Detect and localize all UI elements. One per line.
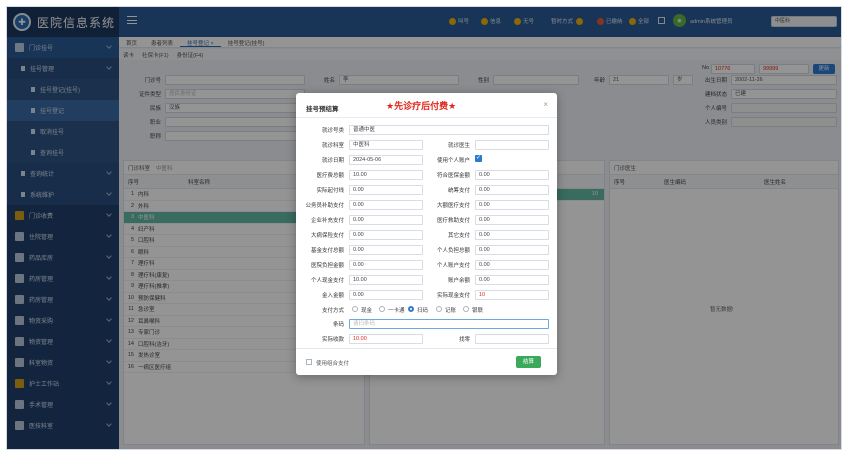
pay-card-radio[interactable]	[379, 306, 385, 312]
medical-aid-label: 医疗救助支付	[436, 218, 470, 224]
personal-acct-checkbox[interactable]: ✓	[475, 155, 482, 162]
personal-cash-input[interactable]: 10.00	[349, 275, 423, 285]
date-input[interactable]: 2024-05-06	[349, 155, 423, 165]
personal-acct-label: 使用个人账户	[436, 158, 470, 164]
pooled-pay-input[interactable]: 0.00	[475, 185, 549, 195]
pay-account-label: 记账	[445, 308, 457, 314]
medical-aid-input[interactable]: 0.00	[475, 215, 549, 225]
actual-cash-label: 实际现金支付	[436, 293, 470, 299]
total-fee-label: 医疗费总额	[316, 173, 344, 179]
self-total-input[interactable]: 0.00	[475, 245, 549, 255]
large-medical-label: 大额医疗支付	[436, 203, 470, 209]
pay-unionpay-radio[interactable]	[463, 306, 469, 312]
acct-balance-input[interactable]: 0.00	[475, 275, 549, 285]
divider	[296, 117, 557, 118]
pay-qr-label: 扫码	[417, 308, 429, 314]
divider	[296, 348, 557, 349]
fund-total-input[interactable]: 0.00	[349, 245, 423, 255]
app-window: ✚ 医院信息系统 门诊挂号 挂号管理 挂号登记(挂号) 挂号登记 取消挂号 查询…	[6, 6, 842, 450]
civil-subsidy-label: 公务员补助支付	[305, 203, 344, 209]
pay-method-label: 支付方式	[321, 308, 344, 314]
change-label: 找零	[458, 337, 470, 343]
received-input[interactable]: 10.00	[349, 334, 423, 344]
actual-start-input[interactable]: 0.00	[349, 185, 423, 195]
critical-ins-input[interactable]: 0.00	[349, 230, 423, 240]
civil-subsidy-input[interactable]: 0.00	[349, 200, 423, 210]
personal-acct-pay-input[interactable]: 0.00	[475, 260, 549, 270]
pooled-pay-label: 统筹支付	[447, 188, 470, 194]
visit-type-input[interactable]: 普通中医	[349, 125, 549, 135]
large-medical-input[interactable]: 0.00	[475, 200, 549, 210]
dept-label: 就诊科室	[321, 143, 344, 149]
fund-total-label: 基金支付总额	[310, 248, 344, 254]
change-input[interactable]	[475, 334, 549, 344]
pay-cash-radio[interactable]	[352, 306, 358, 312]
dialog-title: 挂号预结算	[306, 106, 339, 113]
personal-cash-label: 个人现金支付	[310, 278, 344, 284]
other-pay-input[interactable]: 0.00	[475, 230, 549, 240]
amount-due-input[interactable]: 0.00	[349, 290, 423, 300]
critical-ins-label: 大病保险支付	[310, 233, 344, 239]
acct-balance-label: 账户余额	[447, 278, 470, 284]
dialog-warning: ★先诊疗后付费★	[386, 101, 457, 111]
date-label: 就诊日期	[321, 158, 344, 164]
pay-qr-radio[interactable]	[408, 306, 414, 312]
enterprise-supp-input[interactable]: 0.00	[349, 215, 423, 225]
enterprise-supp-label: 企业补充支付	[310, 218, 344, 224]
barcode-label: 条码	[332, 322, 344, 328]
visit-type-label: 就诊号类	[321, 128, 344, 134]
compliant-fee-label: 符合医保金额	[436, 173, 470, 179]
combo-pay-checkbox[interactable]	[306, 359, 312, 365]
received-label: 实际收款	[321, 337, 344, 343]
doctor-label: 就诊医生	[447, 143, 470, 149]
pay-unionpay-label: 银联	[472, 308, 484, 314]
hospital-share-input[interactable]: 0.00	[349, 260, 423, 270]
doctor-input[interactable]	[475, 140, 549, 150]
close-icon[interactable]: ×	[543, 100, 548, 109]
barcode-input[interactable]: 请扫条码	[349, 319, 549, 329]
personal-acct-pay-label: 个人账户支付	[436, 263, 470, 269]
dept-input[interactable]: 中医科	[349, 140, 423, 150]
self-total-label: 个人负担总额	[436, 248, 470, 254]
hospital-share-label: 医院负担金额	[310, 263, 344, 269]
pay-cash-label: 现金	[361, 308, 373, 314]
pay-account-radio[interactable]	[436, 306, 442, 312]
settle-button[interactable]: 结算	[516, 356, 541, 368]
presettle-dialog: 挂号预结算 ★先诊疗后付费★ × 就诊号类 普通中医 就诊科室 中医科 就诊医生…	[296, 93, 557, 375]
amount-due-label: 金入金额	[321, 293, 344, 299]
compliant-fee-input[interactable]: 0.00	[475, 170, 549, 180]
total-fee-input[interactable]: 10.00	[349, 170, 423, 180]
pay-card-label: 一卡通	[388, 308, 405, 314]
other-pay-label: 其它支付	[447, 233, 470, 239]
actual-cash-input[interactable]: 10	[475, 290, 549, 300]
combo-pay-label: 使用组合支付	[316, 361, 350, 367]
actual-start-label: 实际起付线	[316, 188, 344, 194]
